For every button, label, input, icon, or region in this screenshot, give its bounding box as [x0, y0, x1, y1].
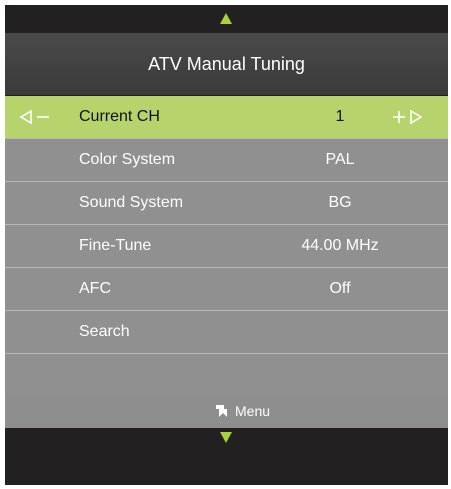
row-label: Current CH [79, 108, 160, 125]
menu-label[interactable]: Menu [235, 394, 270, 428]
row-label: AFC [79, 280, 111, 297]
bottom-bar [5, 428, 448, 485]
minus-icon[interactable] [35, 109, 51, 125]
empty-row [5, 354, 448, 397]
menu-row-afc[interactable]: AFC Off [5, 268, 448, 311]
scroll-down-icon[interactable] [220, 432, 232, 443]
menu-row-sound-system[interactable]: Sound System BG [5, 182, 448, 225]
plus-icon[interactable] [391, 109, 407, 125]
row-value: 1 [335, 108, 345, 125]
row-label: Search [79, 323, 130, 340]
menu-row-search[interactable]: Search [5, 311, 448, 354]
row-value: PAL [325, 151, 355, 168]
footer-bar: Menu [5, 394, 448, 428]
menu-row-fine-tune[interactable]: Fine-Tune 44.00 MHz [5, 225, 448, 268]
row-label: Fine-Tune [79, 237, 152, 254]
menu-row-color-system[interactable]: Color System PAL [5, 139, 448, 182]
scroll-up-icon[interactable] [220, 13, 232, 24]
row-label: Color System [79, 151, 176, 168]
row-value: Off [329, 280, 351, 297]
triangle-left-icon[interactable] [19, 109, 33, 125]
row-value: 44.00 MHz [301, 237, 379, 254]
menu-row-current-ch[interactable]: Current CH 1 [5, 96, 448, 139]
menu-list: Current CH 1 Color System PAL Sound Syst… [5, 96, 448, 397]
triangle-right-icon[interactable] [409, 109, 423, 125]
return-icon[interactable] [212, 402, 230, 420]
osd-panel: ATV Manual Tuning Current CH 1 Color Sys… [5, 5, 448, 485]
menu-title: ATV Manual Tuning [5, 33, 448, 95]
row-label: Sound System [79, 194, 184, 211]
top-bar [5, 5, 448, 33]
row-value: BG [328, 194, 352, 211]
